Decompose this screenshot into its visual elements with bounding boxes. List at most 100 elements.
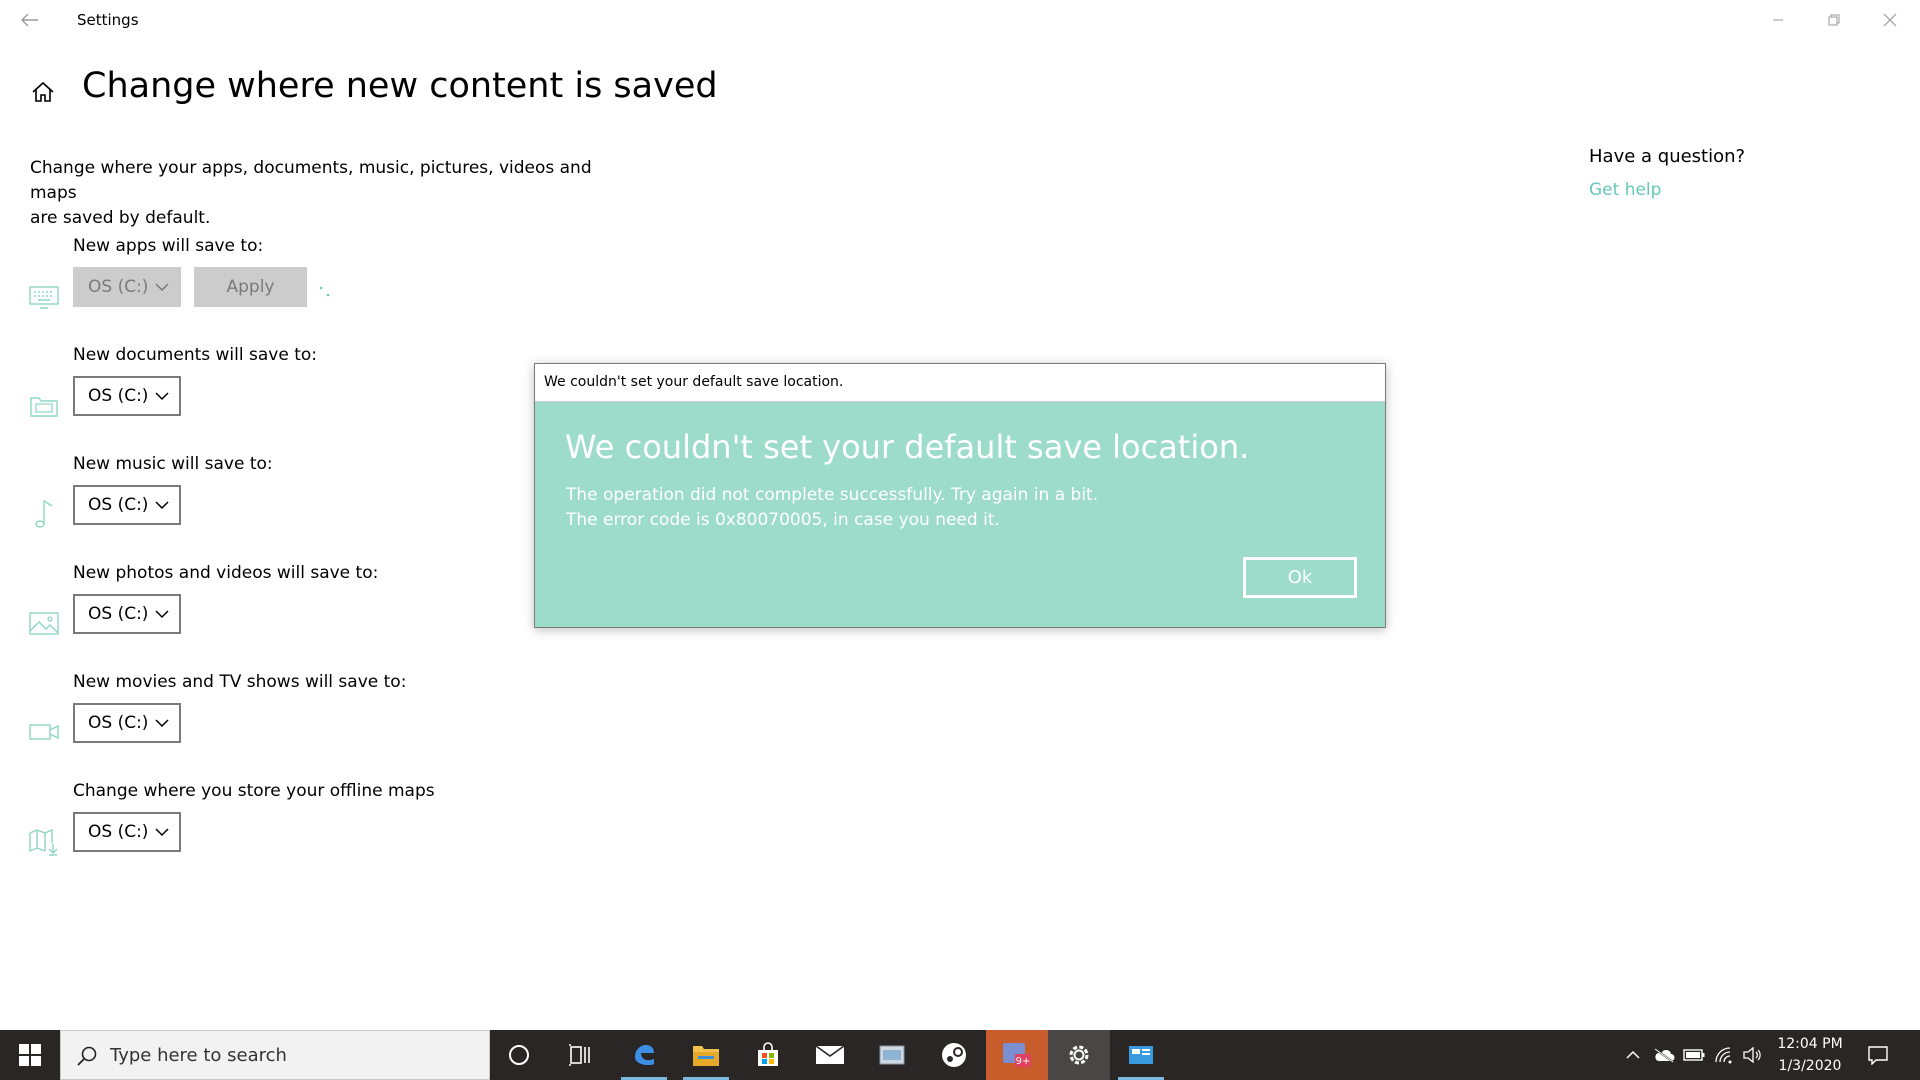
setting-label: New documents will save to: bbox=[73, 345, 317, 365]
taskbar-file-explorer[interactable] bbox=[675, 1030, 737, 1080]
minimize-button[interactable] bbox=[1750, 0, 1806, 40]
drive-select-maps[interactable]: OS (C:) bbox=[73, 812, 181, 852]
drive-select-value: OS (C:) bbox=[88, 386, 149, 406]
setting-label: New photos and videos will save to: bbox=[73, 563, 379, 583]
taskbar: Type here to search 9+ 12:04 PM 1/3/2020 bbox=[0, 1030, 1920, 1080]
loading-spinner-icon bbox=[319, 286, 330, 297]
error-dialog: We couldn't set your default save locati… bbox=[534, 363, 1386, 628]
action-center-button[interactable] bbox=[1866, 1043, 1890, 1067]
taskbar-store[interactable] bbox=[737, 1030, 799, 1080]
get-help-link[interactable]: Get help bbox=[1589, 180, 1661, 200]
network-tray-button[interactable] bbox=[1712, 1043, 1736, 1067]
setting-label: New music will save to: bbox=[73, 454, 273, 474]
drive-select-value: OS (C:) bbox=[88, 495, 149, 515]
taskbar-settings[interactable] bbox=[1048, 1030, 1110, 1080]
taskbar-notification-app[interactable]: 9+ bbox=[986, 1030, 1048, 1080]
setting-label: New movies and TV shows will save to: bbox=[73, 672, 407, 692]
page-title: Change where new content is saved bbox=[82, 66, 718, 106]
back-arrow-icon bbox=[21, 13, 38, 27]
cortana-circle-icon bbox=[509, 1045, 529, 1065]
battery-icon bbox=[1683, 1049, 1705, 1061]
dialog-message-line-2: The error code is 0x80070005, in case yo… bbox=[566, 510, 1000, 530]
setting-group-maps: Change where you store your offline maps… bbox=[0, 781, 700, 871]
start-button[interactable] bbox=[0, 1030, 60, 1080]
taskbar-edge[interactable] bbox=[613, 1030, 675, 1080]
restore-icon bbox=[1828, 14, 1840, 26]
cortana-button[interactable] bbox=[488, 1030, 550, 1080]
drive-select-value: OS (C:) bbox=[88, 604, 149, 624]
notification-icon bbox=[1868, 1046, 1888, 1065]
search-placeholder: Type here to search bbox=[110, 1045, 287, 1066]
dialog-heading: We couldn't set your default save locati… bbox=[565, 428, 1250, 466]
drive-select-movies[interactable]: OS (C:) bbox=[73, 703, 181, 743]
app-badge-icon: 9+ bbox=[1003, 1043, 1031, 1067]
window-title: Settings bbox=[77, 11, 139, 29]
home-button[interactable] bbox=[29, 78, 57, 106]
drive-select-photos[interactable]: OS (C:) bbox=[73, 594, 181, 634]
chevron-down-icon bbox=[155, 610, 169, 619]
taskbar-control-panel[interactable] bbox=[1110, 1030, 1172, 1080]
show-hidden-icons-button[interactable] bbox=[1621, 1043, 1645, 1067]
search-icon bbox=[77, 1046, 97, 1066]
clock-time: 12:04 PM bbox=[1777, 1036, 1843, 1052]
taskbar-steam[interactable] bbox=[923, 1030, 985, 1080]
dialog-message: The operation did not complete successfu… bbox=[566, 483, 1098, 533]
setting-group-movies: New movies and TV shows will save to: OS… bbox=[0, 672, 700, 762]
mail-envelope-icon bbox=[815, 1045, 845, 1064]
onedrive-tray-button[interactable] bbox=[1652, 1043, 1676, 1067]
drive-select-apps[interactable]: OS (C:) bbox=[73, 267, 181, 307]
task-view-button[interactable] bbox=[549, 1030, 611, 1080]
intro-line-1: Change where your apps, documents, music… bbox=[30, 158, 592, 203]
setting-group-apps: New apps will save to: OS (C:) Apply bbox=[0, 236, 700, 326]
close-icon bbox=[1883, 13, 1897, 27]
picture-icon bbox=[28, 607, 60, 639]
back-button[interactable] bbox=[16, 8, 44, 32]
folder-icon bbox=[28, 389, 60, 421]
title-bar: Settings bbox=[0, 0, 1920, 40]
map-download-icon bbox=[28, 825, 60, 857]
taskbar-clock[interactable]: 12:04 PM 1/3/2020 bbox=[1765, 1033, 1855, 1077]
taskbar-app-photos[interactable] bbox=[861, 1030, 923, 1080]
drive-select-value: OS (C:) bbox=[88, 822, 149, 842]
chevron-down-icon bbox=[155, 719, 169, 728]
control-panel-icon bbox=[1129, 1046, 1153, 1064]
ok-button[interactable]: Ok bbox=[1243, 557, 1357, 598]
drive-select-music[interactable]: OS (C:) bbox=[73, 485, 181, 525]
badge-count: 9+ bbox=[1016, 1056, 1031, 1067]
folder-icon bbox=[693, 1046, 719, 1066]
dialog-title-bar: We couldn't set your default save locati… bbox=[535, 364, 1385, 402]
chevron-down-icon bbox=[155, 828, 169, 837]
windows-logo-icon bbox=[19, 1044, 41, 1066]
chevron-up-icon bbox=[1626, 1050, 1640, 1059]
gear-icon bbox=[1069, 1045, 1089, 1065]
video-camera-icon bbox=[28, 716, 60, 748]
steam-icon bbox=[942, 1043, 966, 1067]
taskbar-mail[interactable] bbox=[799, 1030, 861, 1080]
close-button[interactable] bbox=[1862, 0, 1918, 40]
store-bag-icon bbox=[758, 1042, 778, 1066]
setting-label: New apps will save to: bbox=[73, 236, 264, 256]
drive-select-documents[interactable]: OS (C:) bbox=[73, 376, 181, 416]
task-view-icon bbox=[569, 1044, 590, 1066]
battery-tray-button[interactable] bbox=[1682, 1043, 1706, 1067]
apply-button[interactable]: Apply bbox=[194, 267, 307, 307]
monitor-icon bbox=[28, 280, 60, 312]
volume-tray-button[interactable] bbox=[1740, 1043, 1764, 1067]
taskbar-search-box[interactable]: Type here to search bbox=[60, 1030, 490, 1080]
restore-button[interactable] bbox=[1806, 0, 1862, 40]
help-heading: Have a question? bbox=[1589, 146, 1746, 167]
drive-select-value: OS (C:) bbox=[88, 277, 149, 297]
clock-date: 1/3/2020 bbox=[1778, 1058, 1842, 1074]
chevron-down-icon bbox=[155, 283, 169, 292]
speaker-icon bbox=[1743, 1046, 1761, 1064]
intro-line-2: are saved by default. bbox=[30, 208, 211, 228]
setting-label: Change where you store your offline maps bbox=[73, 781, 435, 801]
drive-select-value: OS (C:) bbox=[88, 713, 149, 733]
chevron-down-icon bbox=[155, 501, 169, 510]
dialog-window-title: We couldn't set your default save locati… bbox=[544, 374, 844, 390]
music-note-icon bbox=[28, 498, 60, 530]
minimize-icon bbox=[1773, 19, 1783, 21]
dialog-message-line-1: The operation did not complete successfu… bbox=[566, 485, 1099, 505]
edge-browser-icon bbox=[635, 1045, 654, 1065]
cloud-offline-icon bbox=[1654, 1048, 1675, 1063]
